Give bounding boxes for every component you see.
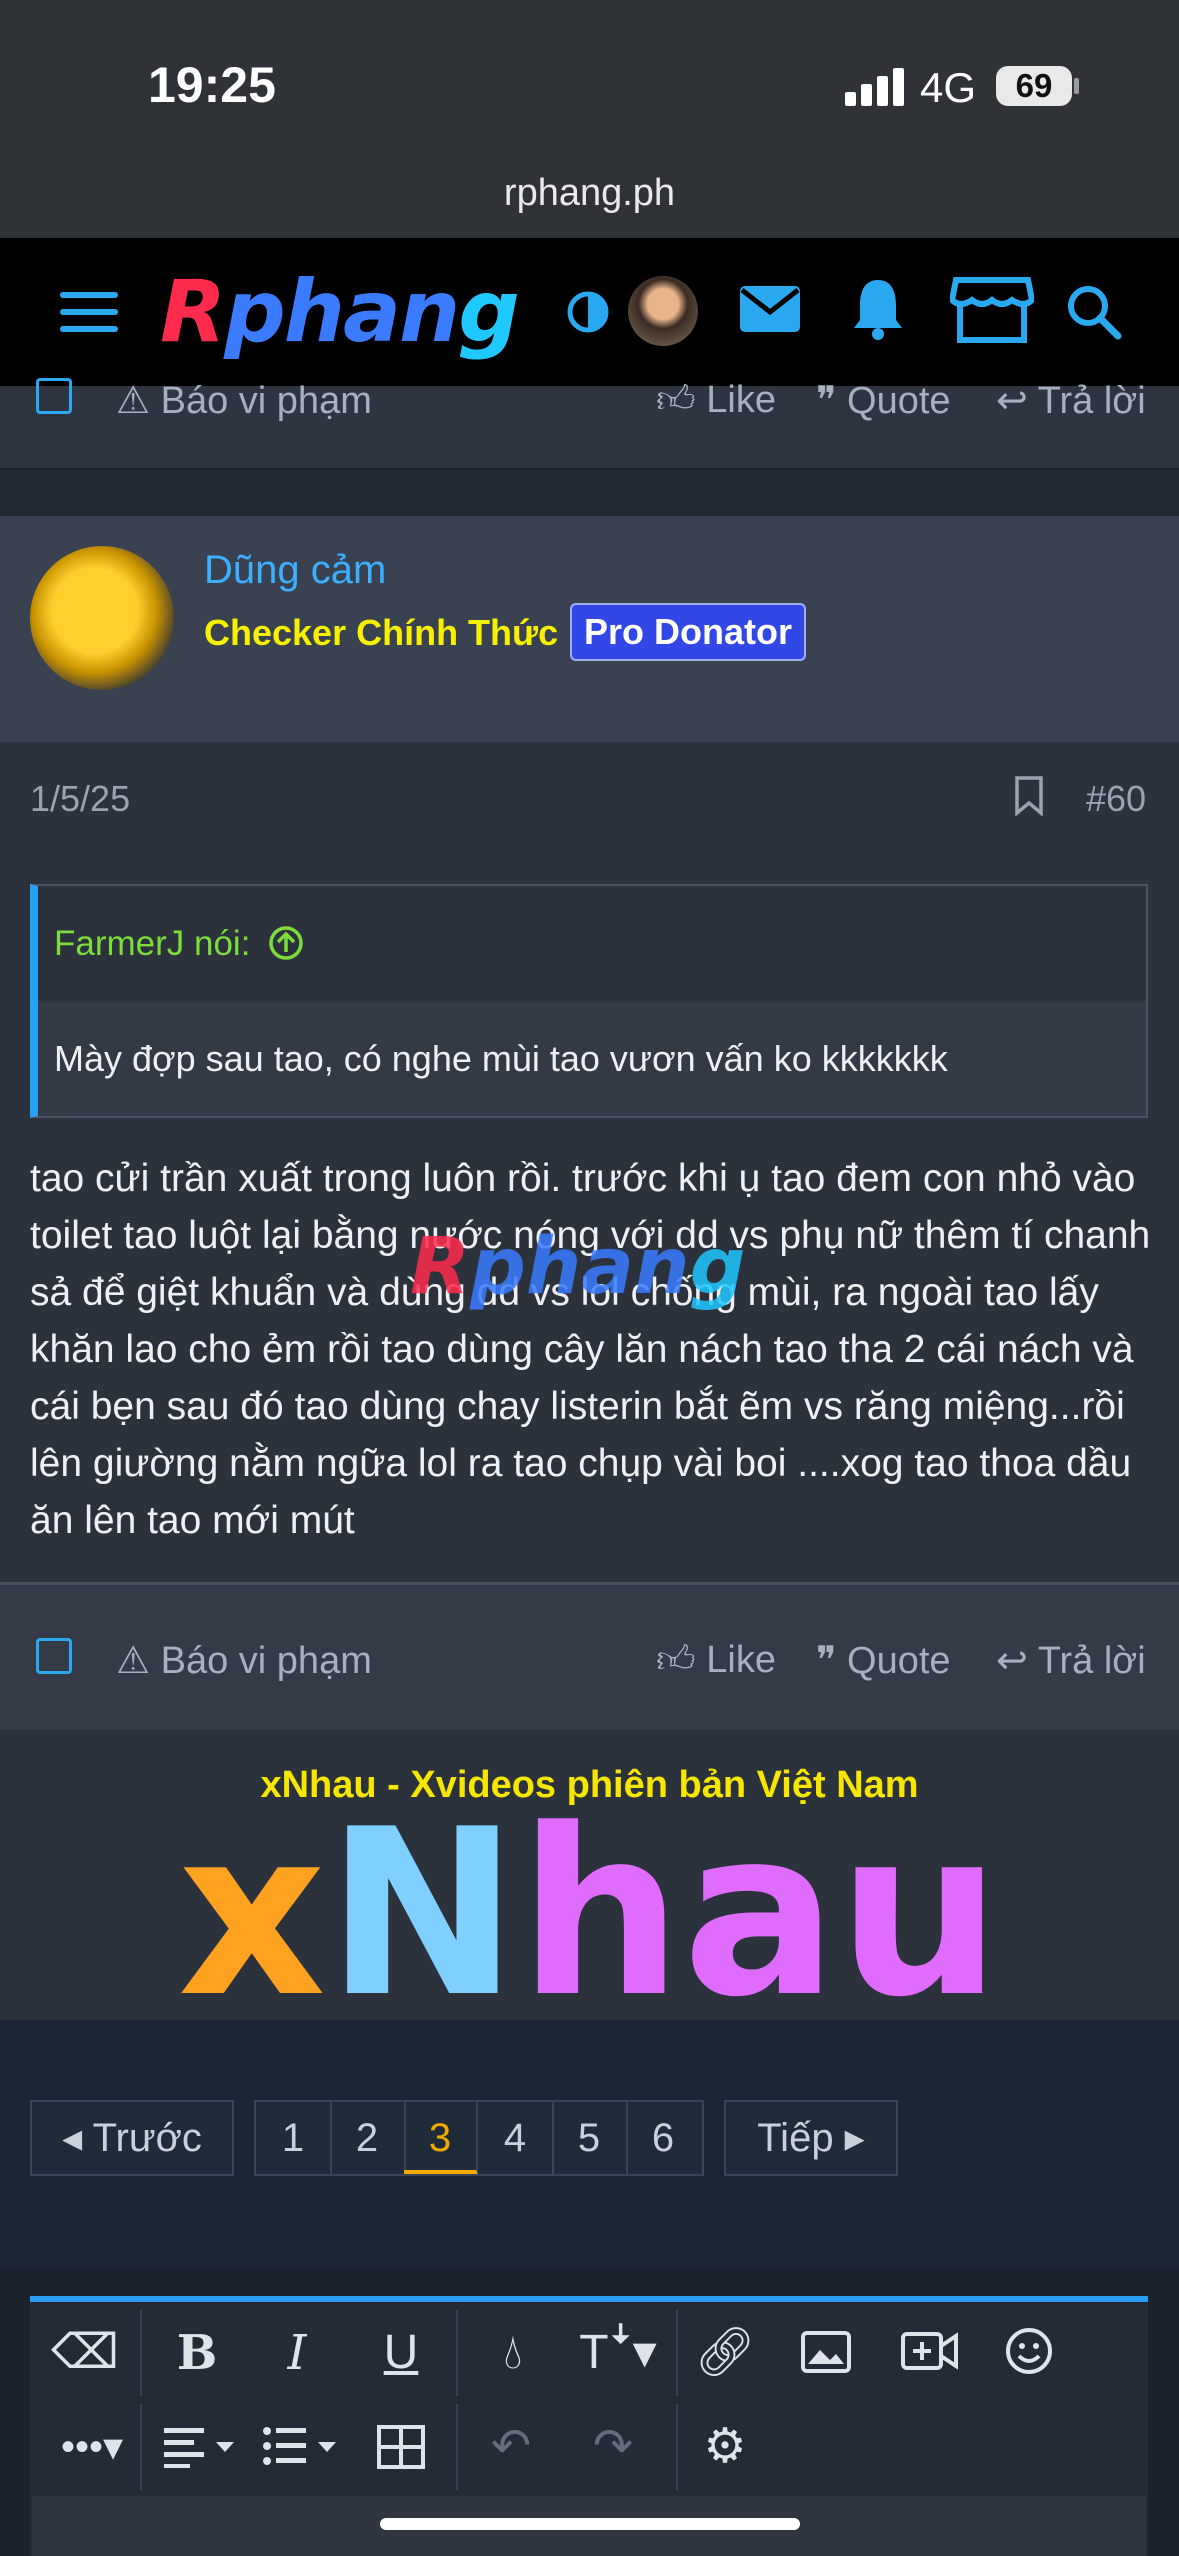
- bookmark-icon[interactable]: [1014, 776, 1044, 816]
- bold-icon[interactable]: B: [162, 2318, 232, 2388]
- toolbar-divider: [140, 2404, 142, 2490]
- underline-icon[interactable]: U: [366, 2318, 436, 2388]
- page-link[interactable]: 6: [626, 2102, 700, 2174]
- poster-username[interactable]: Dũng cảm: [204, 548, 386, 593]
- page-link[interactable]: 2: [330, 2102, 406, 2174]
- prev-page-button[interactable]: ◂ Trước: [30, 2100, 234, 2176]
- next-page-button[interactable]: Tiếp ▸: [724, 2100, 898, 2176]
- menu-icon[interactable]: [60, 290, 120, 334]
- battery-cap: [1074, 78, 1079, 94]
- toolbar-divider: [140, 2310, 142, 2396]
- link-icon[interactable]: 🔗︎: [690, 2318, 760, 2388]
- page-numbers: 1 2 3 4 5 6: [254, 2100, 704, 2176]
- theme-toggle-icon[interactable]: [566, 290, 610, 334]
- report-link[interactable]: ⚠ Báo vi phạm: [116, 378, 372, 423]
- post-number[interactable]: #60: [1086, 778, 1146, 820]
- poster-rank: Checker Chính Thức: [204, 612, 559, 653]
- poster-avatar[interactable]: [30, 546, 174, 690]
- more-options-icon[interactable]: •••▾: [50, 2412, 134, 2482]
- redo-icon[interactable]: ↷: [578, 2412, 648, 2482]
- italic-icon[interactable]: I: [262, 2318, 332, 2388]
- color-drop-icon[interactable]: 💧︎: [478, 2318, 548, 2388]
- reply-link[interactable]: ↩ Trả lời: [996, 378, 1146, 423]
- page-link-current[interactable]: 3: [404, 2102, 478, 2174]
- battery-icon: 69: [996, 66, 1072, 106]
- reply-link[interactable]: ↩ Trả lời: [996, 1638, 1146, 1683]
- toolbar-divider: [676, 2404, 678, 2490]
- report-link[interactable]: ⚠ Báo vi phạm: [116, 1638, 372, 1683]
- select-checkbox[interactable]: [36, 1638, 72, 1674]
- emoji-icon[interactable]: [1004, 2326, 1054, 2376]
- video-icon[interactable]: [900, 2328, 960, 2374]
- toolbar-divider: [456, 2404, 458, 2490]
- mail-icon[interactable]: [738, 284, 802, 334]
- align-icon[interactable]: [164, 2424, 240, 2468]
- post-message: tao cửi trần xuất trong luôn rồi. trước …: [30, 1157, 1151, 1542]
- page-link[interactable]: 1: [256, 2102, 332, 2174]
- eraser-icon[interactable]: ⌫: [50, 2318, 120, 2388]
- network-type: 4G: [920, 64, 977, 111]
- toolbar-divider: [676, 2310, 678, 2396]
- page-link[interactable]: 5: [552, 2102, 628, 2174]
- table-icon[interactable]: [376, 2424, 426, 2470]
- donator-badge: Pro Donator: [570, 603, 807, 661]
- like-link[interactable]: 👍︎ Like: [656, 1638, 776, 1683]
- select-checkbox[interactable]: [36, 378, 72, 414]
- home-indicator: [380, 2518, 800, 2530]
- site-logo[interactable]: Rphang: [160, 262, 520, 362]
- text-size-icon[interactable]: Tꜜ▾: [568, 2318, 668, 2388]
- page-link[interactable]: 4: [478, 2102, 554, 2174]
- toolbar-divider: [456, 2310, 458, 2396]
- post-date[interactable]: 1/5/25: [30, 778, 130, 820]
- list-icon[interactable]: [262, 2424, 342, 2468]
- watermark-logo: Rphang: [410, 1222, 746, 1312]
- url-bar[interactable]: rphang.ph: [0, 172, 1179, 215]
- quote-block: [30, 884, 1148, 1118]
- jump-up-icon[interactable]: [268, 925, 304, 961]
- status-time: 19:25: [148, 57, 276, 113]
- bell-icon[interactable]: [850, 276, 906, 342]
- quote-link[interactable]: ❞ Quote: [816, 1638, 951, 1683]
- post-separator: [0, 470, 1179, 516]
- search-icon[interactable]: [1064, 282, 1124, 342]
- like-link[interactable]: 👍︎ Like: [656, 378, 776, 423]
- user-avatar[interactable]: [628, 276, 698, 346]
- quote-author[interactable]: FarmerJ nói:: [54, 924, 304, 964]
- signal-icon: [845, 66, 905, 106]
- image-icon[interactable]: [800, 2330, 852, 2374]
- quote-link[interactable]: ❞ Quote: [816, 378, 951, 423]
- store-icon[interactable]: [950, 274, 1034, 346]
- ad-logo[interactable]: xNhau: [0, 1800, 1179, 2030]
- quote-text: Mày đợp sau tao, có nghe mùi tao vươn vấ…: [54, 1038, 948, 1079]
- undo-icon[interactable]: ↶: [476, 2412, 546, 2482]
- settings-icon[interactable]: ⚙: [690, 2412, 760, 2482]
